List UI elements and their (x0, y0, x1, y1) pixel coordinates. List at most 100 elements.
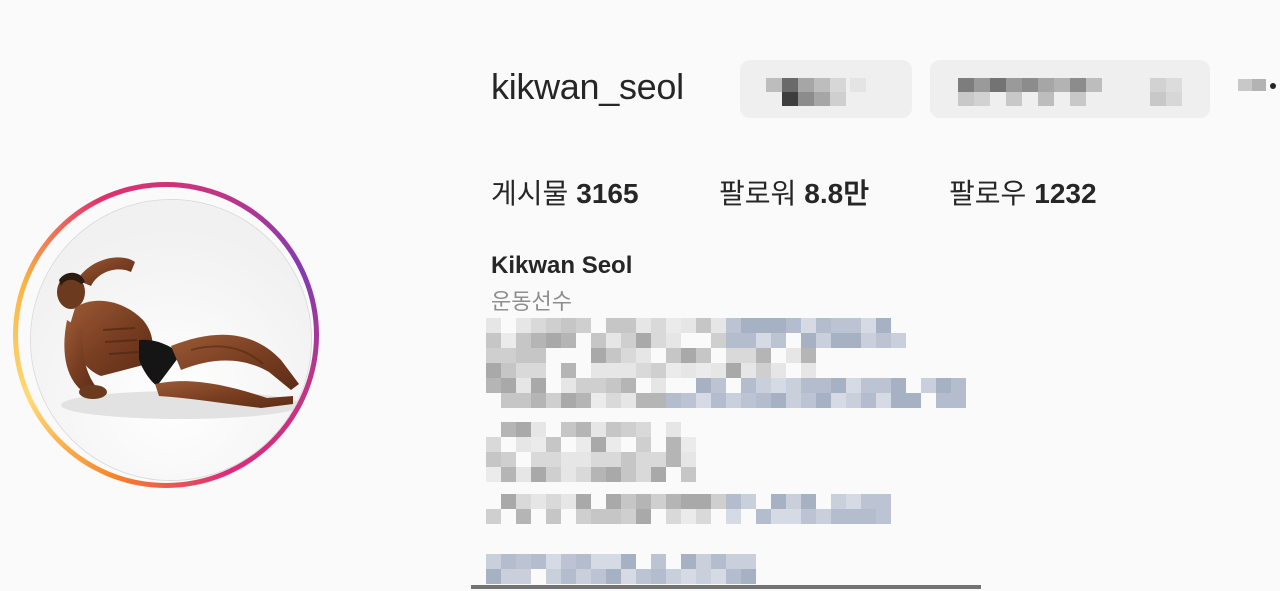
censor-pixel (711, 333, 726, 348)
censor-pixel (591, 348, 606, 363)
censor-pixel (696, 318, 711, 333)
censor-pixel (711, 378, 726, 393)
censor-pixel (486, 348, 501, 363)
censor-pixel (666, 333, 681, 348)
censor-pixel (801, 393, 816, 408)
censor-pixel (501, 452, 516, 467)
censor-pixel (771, 363, 786, 378)
censor-pixel (1166, 92, 1182, 106)
censor-pixel (531, 348, 546, 363)
censor-pixel (771, 318, 786, 333)
censor-pixel (1054, 78, 1070, 92)
censor-pixel (846, 494, 861, 509)
censor-pixel (621, 452, 636, 467)
message-button[interactable] (930, 60, 1210, 118)
censor-pixel (621, 318, 636, 333)
censor-pixel (681, 452, 696, 467)
censor-pixel (516, 318, 531, 333)
censor-pixel (576, 393, 591, 408)
censor-pixel (921, 378, 936, 393)
story-ring[interactable] (13, 182, 319, 488)
censor-pixel (741, 363, 756, 378)
followers-link[interactable]: 팔로워 8.8만 (719, 172, 869, 212)
censor-pixel (561, 318, 576, 333)
censor-pixel (501, 333, 516, 348)
censor-pixel (591, 363, 606, 378)
censor-pixel (666, 422, 681, 437)
censor-pixel (1038, 78, 1054, 92)
censor-pixel (741, 318, 756, 333)
avatar[interactable] (30, 199, 312, 481)
censor-pixel (681, 467, 696, 482)
censor-pixel (846, 378, 861, 393)
more-options-icon[interactable] (1238, 76, 1280, 96)
censor-pixel (711, 569, 726, 584)
posts-label: 게시물 (491, 178, 569, 209)
censor-pixel (576, 378, 591, 393)
censor-pixel (651, 467, 666, 482)
censor-pixel (786, 509, 801, 524)
censor-pixel (546, 437, 561, 452)
censor-pixel (546, 494, 561, 509)
censor-pixel (621, 569, 636, 584)
censor-pixel (486, 378, 501, 393)
censor-pixel (830, 92, 846, 106)
censor-pixel (696, 363, 711, 378)
censor-pixel (531, 467, 546, 482)
censor-pixel (696, 494, 711, 509)
censor-pixel (561, 393, 576, 408)
censor-pixel (696, 393, 711, 408)
censor-pixel (576, 437, 591, 452)
censor-pixel (816, 509, 831, 524)
censor-pixel (516, 333, 531, 348)
story-ring-gap (18, 187, 314, 483)
censor-pixel (546, 509, 561, 524)
censor-pixel (990, 78, 1006, 92)
posts-value: 3165 (576, 178, 639, 209)
censor-pixel (726, 333, 741, 348)
censor-pixel (591, 333, 606, 348)
censor-pixel (681, 363, 696, 378)
censor-pixel (636, 509, 651, 524)
censor-pixel (891, 333, 906, 348)
censor-pixel (936, 393, 951, 408)
censor-pixel (1150, 78, 1166, 92)
censor-pixel (606, 494, 621, 509)
avatar-photo (31, 200, 311, 480)
censor-pixel (561, 494, 576, 509)
following-link[interactable]: 팔로우 1232 (949, 172, 1097, 212)
censor-pixel (801, 363, 816, 378)
censor-pixel (666, 318, 681, 333)
censor-pixel (846, 509, 861, 524)
censor-pixel (636, 494, 651, 509)
censor-pixel (486, 569, 501, 584)
censor-pixel (798, 78, 814, 92)
bio-text (486, 318, 986, 586)
censor-pixel (501, 494, 516, 509)
censor-pixel (786, 378, 801, 393)
censor-pixel (531, 378, 546, 393)
censor-pixel (831, 378, 846, 393)
censor-pixel (726, 348, 741, 363)
censor-pixel (876, 509, 891, 524)
censor-pixel (501, 422, 516, 437)
censor-pixel (726, 318, 741, 333)
censor-pixel (621, 393, 636, 408)
following-value: 1232 (1034, 178, 1097, 209)
category-label: 운동선수 (491, 289, 572, 314)
full-name: Kikwan Seol (491, 252, 633, 279)
censor-pixel (576, 554, 591, 569)
censor-pixel (651, 363, 666, 378)
censor-pixel (606, 348, 621, 363)
censor-pixel (621, 363, 636, 378)
censor-pixel (958, 78, 974, 92)
censor-pixel (801, 348, 816, 363)
censor-pixel (516, 467, 531, 482)
censor-pixel (861, 378, 876, 393)
censor-pixel (756, 318, 771, 333)
censor-pixel (636, 363, 651, 378)
censor-pixel (531, 554, 546, 569)
censor-pixel (816, 378, 831, 393)
censor-pixel (831, 333, 846, 348)
follow-button[interactable] (740, 60, 912, 118)
